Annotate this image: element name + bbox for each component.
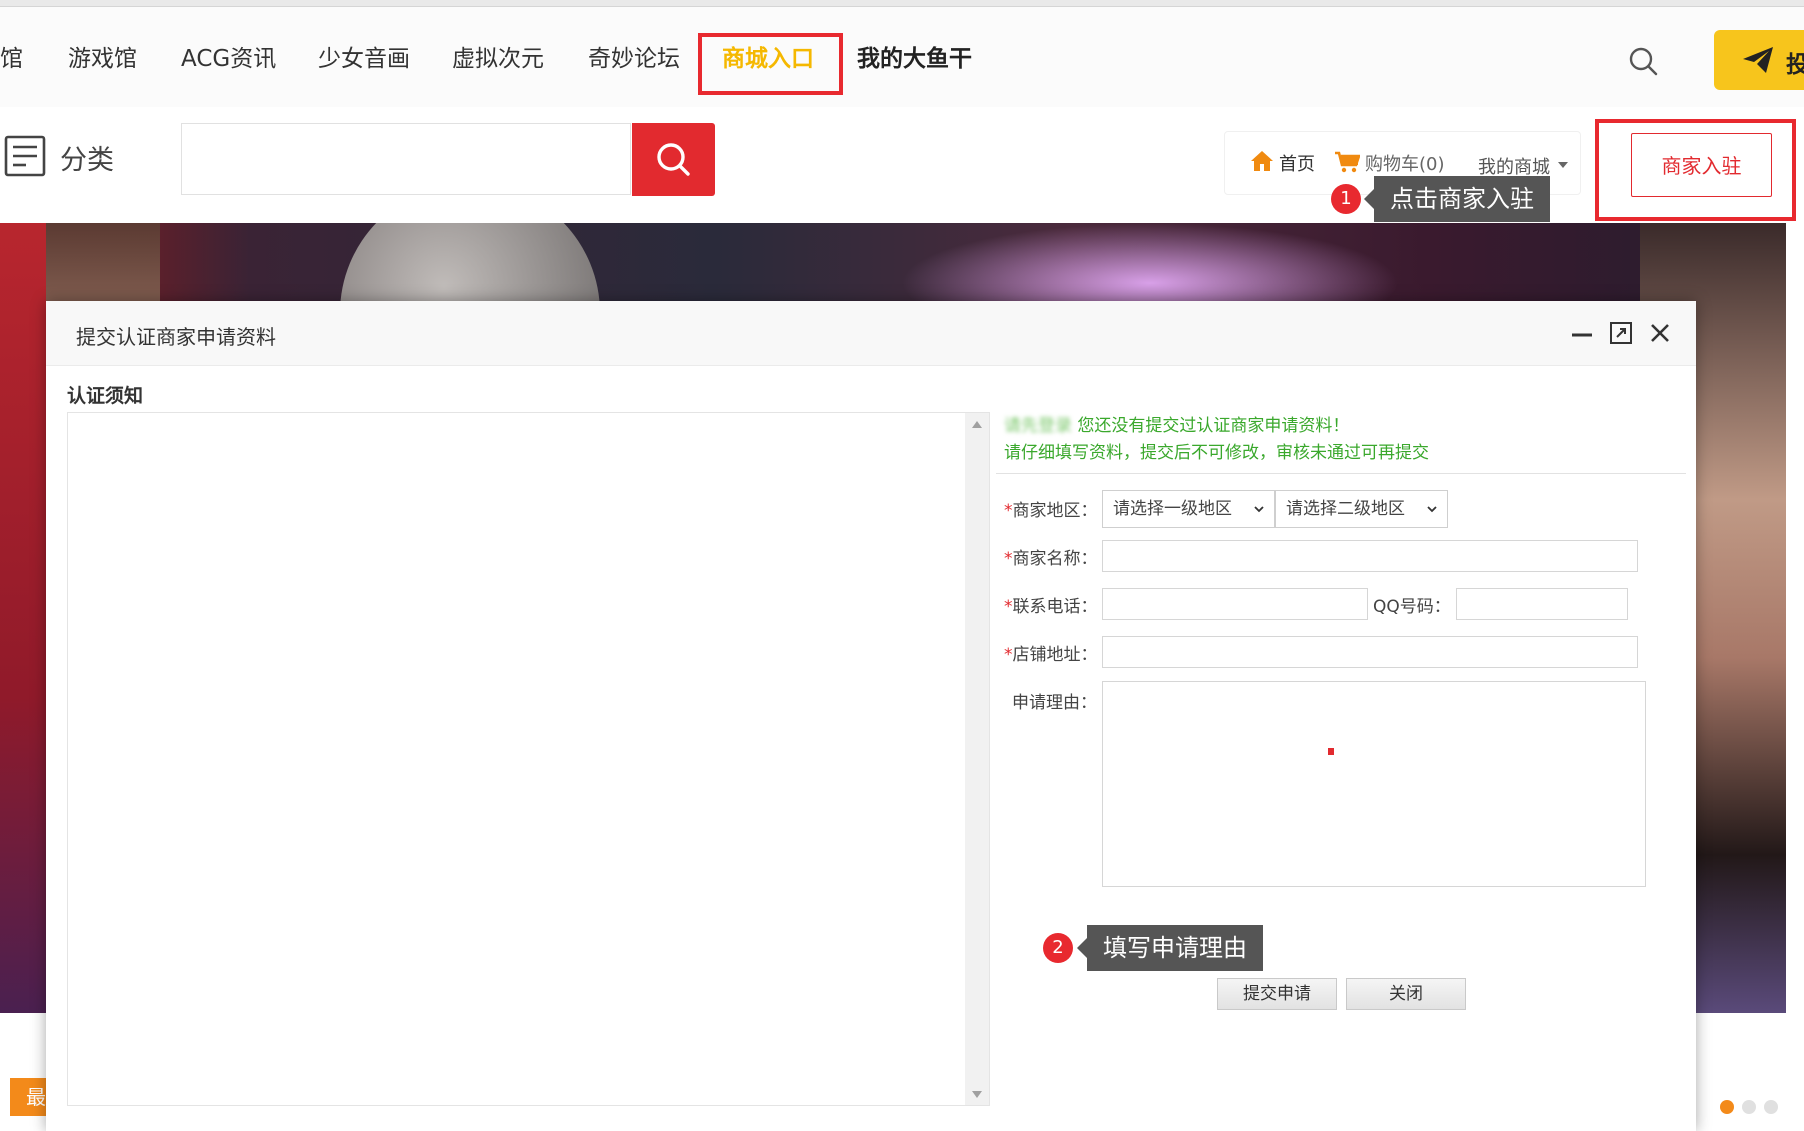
maximize-icon[interactable]: [1609, 321, 1633, 345]
latest-tag: 最: [10, 1078, 50, 1116]
browser-top-line: [0, 0, 1804, 7]
category-label[interactable]: 分类: [60, 138, 114, 177]
submit-application-button[interactable]: 提交申请: [1217, 978, 1337, 1010]
merchant-name-label: *商家名称：: [1004, 549, 1098, 569]
status-message-line1: 请先登录 您还没有提交过认证商家申请资料！: [1004, 411, 1349, 436]
banner-hair-left: [0, 223, 46, 1013]
carousel-dot-3[interactable]: [1764, 1100, 1778, 1114]
nav-item-my-fish[interactable]: 我的大鱼干: [857, 39, 972, 73]
status-message-text: 您还没有提交过认证商家申请资料！: [1077, 416, 1350, 436]
address-label: *店铺地址：: [1004, 645, 1098, 665]
region-level2-value: 请选择二级地区: [1286, 499, 1405, 519]
reason-label: 申请理由：: [1012, 693, 1097, 713]
region-level1-select[interactable]: 请选择一级地区: [1102, 490, 1275, 528]
post-button[interactable]: 投: [1714, 30, 1804, 90]
home-link[interactable]: 首页: [1279, 150, 1315, 176]
qq-label: QQ号码：: [1373, 597, 1451, 617]
category-list-icon[interactable]: [4, 135, 46, 177]
search-icon[interactable]: [1627, 45, 1659, 77]
search-icon: [657, 143, 690, 176]
mall-search-button[interactable]: [632, 123, 715, 196]
scroll-up-icon[interactable]: [972, 421, 982, 428]
close-dialog-button[interactable]: 关闭: [1346, 978, 1466, 1010]
mall-search-input[interactable]: [181, 123, 631, 195]
nav-item-acg-news[interactable]: ACG资讯: [181, 39, 276, 73]
notice-scrollbar[interactable]: [965, 413, 989, 1105]
status-message-line2: 请仔细填写资料，提交后不可修改，审核未通过可再提交: [1004, 443, 1429, 463]
text-cursor: [1328, 748, 1334, 755]
step1-badge: 1: [1331, 184, 1361, 214]
address-input[interactable]: [1102, 636, 1638, 668]
cart-link[interactable]: 购物车(0): [1365, 150, 1445, 176]
nav-item-girl-music[interactable]: 少女音画: [318, 39, 410, 73]
status-message-blurred: 请先登录: [1004, 416, 1072, 436]
caret-down-icon: [1558, 162, 1568, 168]
phone-label: *联系电话：: [1004, 597, 1098, 617]
nav-item-forum[interactable]: 奇妙论坛: [588, 39, 680, 73]
minimize-icon[interactable]: [1570, 321, 1594, 345]
scroll-down-icon[interactable]: [972, 1091, 982, 1098]
paper-plane-icon: [1743, 47, 1773, 73]
step2-badge: 2: [1043, 933, 1073, 963]
main-nav: 馆 游戏馆 ACG资讯 少女音画 虚拟次元 奇妙论坛 商城入口 我的大鱼干 投: [0, 7, 1804, 107]
notice-content-box[interactable]: [67, 412, 990, 1106]
region-label: *商家地区：: [1004, 501, 1098, 521]
highlight-mall-entry: [698, 33, 843, 95]
step2-tooltip: 填写申请理由: [1077, 925, 1263, 971]
region-level2-select[interactable]: 请选择二级地区: [1275, 490, 1448, 528]
carousel-dot-2[interactable]: [1742, 1100, 1756, 1114]
home-icon: [1251, 151, 1273, 171]
cart-icon: [1335, 151, 1360, 173]
highlight-merchant-join: [1595, 119, 1796, 221]
chevron-down-icon: [1427, 506, 1437, 513]
nav-item-virtual[interactable]: 虚拟次元: [452, 39, 544, 73]
chevron-down-icon: [1254, 506, 1264, 513]
post-button-label: 投: [1786, 52, 1804, 78]
merchant-name-input[interactable]: [1102, 540, 1638, 572]
region-level1-value: 请选择一级地区: [1113, 499, 1232, 519]
reason-textarea[interactable]: [1102, 681, 1646, 887]
form-separator: [996, 473, 1686, 474]
nav-item-0[interactable]: 馆: [0, 39, 23, 73]
dialog-title: 提交认证商家申请资料: [76, 325, 276, 349]
carousel-dots: [1720, 1099, 1786, 1118]
close-icon[interactable]: [1648, 321, 1672, 345]
phone-input[interactable]: [1102, 588, 1368, 620]
nav-item-game-hall[interactable]: 游戏馆: [68, 39, 137, 73]
carousel-dot-1[interactable]: [1720, 1100, 1734, 1114]
notice-label: 认证须知: [67, 385, 144, 407]
merchant-application-dialog: 提交认证商家申请资料 认证须知 请先登录 您还没有提交过认证商家申请资料！ 请仔…: [46, 301, 1696, 1131]
dialog-header: 提交认证商家申请资料: [46, 301, 1696, 366]
step1-tooltip: 点击商家入驻: [1364, 176, 1550, 222]
qq-input[interactable]: [1456, 588, 1628, 620]
